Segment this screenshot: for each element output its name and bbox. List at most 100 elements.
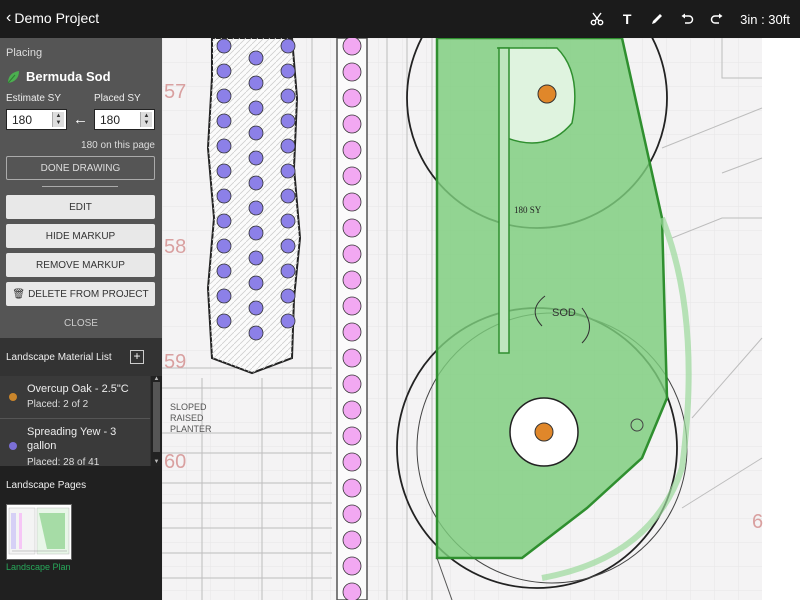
site-plan[interactable]: 57 58 59 60 6 SLOPED RAISED PLANTER 180 … xyxy=(162,38,800,600)
scale-label[interactable]: 3in : 30ft xyxy=(740,12,790,27)
item-placed: Placed: 2 of 2 xyxy=(27,399,89,410)
item-name: Spreading Yew - 3 gallon xyxy=(27,426,117,452)
shrub-symbol xyxy=(248,225,264,241)
stepper-arrows-icon[interactable]: ▲ ▼ xyxy=(140,112,152,127)
shrub-symbol xyxy=(280,238,296,254)
item-name: Overcup Oak - 2.5"C xyxy=(27,383,129,395)
plan-canvas[interactable]: 57 58 59 60 6 SLOPED RAISED PLANTER 180 … xyxy=(162,38,800,600)
material-label: Bermuda Sod xyxy=(26,69,111,84)
flower-symbol xyxy=(342,218,362,238)
shrub-symbol xyxy=(216,113,232,129)
shrub-symbol xyxy=(248,250,264,266)
shrub-symbol xyxy=(280,313,296,329)
shrub-symbol xyxy=(248,50,264,66)
shrub-symbol xyxy=(216,213,232,229)
shrub-symbol xyxy=(280,163,296,179)
flower-symbol xyxy=(342,38,362,56)
delete-label: DELETE FROM PROJECT xyxy=(28,288,149,300)
close-button[interactable]: CLOSE xyxy=(0,318,162,329)
item-placed: Placed: 28 of 41 xyxy=(27,457,100,466)
shrub-symbol xyxy=(248,150,264,166)
shrub-symbol xyxy=(216,313,232,329)
shrub-symbol xyxy=(216,163,232,179)
shrub-symbol xyxy=(216,88,232,104)
on-page-count: 180 on this page xyxy=(81,140,155,151)
flower-symbol xyxy=(342,244,362,264)
material-name: Bermuda Sod xyxy=(6,69,111,84)
shrub-symbol xyxy=(216,238,232,254)
estimate-stepper[interactable]: 180 ▲ ▼ xyxy=(6,109,67,130)
material-list-header: Landscape Material List + xyxy=(0,338,162,376)
shrub-symbol xyxy=(216,138,232,154)
project-title: Demo Project xyxy=(14,10,100,26)
redo-icon[interactable] xyxy=(702,8,732,30)
placed-label: Placed SY xyxy=(94,93,141,104)
svg-text:58: 58 xyxy=(164,236,186,258)
shrub-symbol xyxy=(216,63,232,79)
flower-symbol xyxy=(342,166,362,186)
flower-symbol xyxy=(342,452,362,472)
done-drawing-button[interactable]: DONE DRAWING xyxy=(6,156,155,180)
toolbar: T 3in : 30ft xyxy=(582,8,790,30)
sod-area-label: 180 SY xyxy=(514,205,542,215)
estimate-value: 180 xyxy=(12,112,33,127)
text-icon[interactable]: T xyxy=(612,8,642,30)
shrub-symbol xyxy=(248,275,264,291)
undo-icon[interactable] xyxy=(672,8,702,30)
svg-text:60: 60 xyxy=(164,451,186,473)
shrub-symbol xyxy=(216,288,232,304)
pen-icon[interactable] xyxy=(642,8,672,30)
list-item[interactable]: Spreading Yew - 3 gallon Placed: 28 of 4… xyxy=(0,419,150,466)
flower-symbol xyxy=(342,582,362,600)
hide-markup-button[interactable]: HIDE MARKUP xyxy=(6,224,155,248)
pages-title: Landscape Pages xyxy=(6,480,87,491)
shrub-symbol xyxy=(216,188,232,204)
sod-label: SOD xyxy=(552,307,576,319)
placed-stepper[interactable]: 180 ▲ ▼ xyxy=(94,109,155,130)
shrub-symbol xyxy=(248,75,264,91)
shrub-symbol xyxy=(248,175,264,191)
flower-symbol xyxy=(342,322,362,342)
arrow-left-icon: ← xyxy=(73,111,88,128)
remove-markup-button[interactable]: REMOVE MARKUP xyxy=(6,253,155,277)
shrub-symbol xyxy=(280,63,296,79)
list-item[interactable]: Overcup Oak - 2.5"C Placed: 2 of 2 xyxy=(0,376,150,419)
shrub-symbol xyxy=(280,38,296,54)
page-thumbnail[interactable] xyxy=(6,504,72,560)
svg-text:57: 57 xyxy=(164,81,186,103)
flower-symbol xyxy=(342,556,362,576)
back-button[interactable]: ‹ Demo Project xyxy=(6,9,99,27)
placing-panel: Placing Bermuda Sod Estimate SY Placed S… xyxy=(0,38,162,338)
page-label[interactable]: Landscape Plan xyxy=(6,562,71,572)
leaf-icon xyxy=(7,70,19,83)
add-material-button[interactable]: + xyxy=(130,350,144,364)
shrub-symbol xyxy=(280,188,296,204)
shrub-symbol xyxy=(280,213,296,229)
scissors-icon[interactable] xyxy=(582,8,612,30)
flower-symbol xyxy=(342,400,362,420)
stepper-arrows-icon[interactable]: ▲ ▼ xyxy=(52,112,64,127)
scroll-thumb[interactable] xyxy=(153,382,160,452)
shrub-planter xyxy=(206,38,302,375)
shrub-symbol xyxy=(248,325,264,341)
flower-symbol xyxy=(342,478,362,498)
planter-label-line: SLOPED xyxy=(170,402,207,412)
flower-symbol xyxy=(342,62,362,82)
estimate-label: Estimate SY xyxy=(6,93,62,104)
divider xyxy=(42,186,118,187)
scroll-down-icon[interactable]: ▼ xyxy=(152,459,161,465)
list-scrollbar[interactable]: ▲ ▼ xyxy=(151,376,162,466)
shrub-symbol xyxy=(248,300,264,316)
edit-button[interactable]: EDIT xyxy=(6,195,155,219)
shrub-symbol xyxy=(248,200,264,216)
svg-text:59: 59 xyxy=(164,351,186,373)
landscape-pages: Landscape Pages Landscape Plan xyxy=(0,466,162,600)
flower-row xyxy=(336,38,368,600)
flower-symbol xyxy=(342,140,362,160)
flower-symbol xyxy=(342,270,362,290)
material-color-dot xyxy=(9,393,17,401)
delete-from-project-button[interactable]: 🗑 DELETE FROM PROJECT xyxy=(6,282,155,306)
flower-symbol xyxy=(342,114,362,134)
shrub-symbol xyxy=(216,263,232,279)
planter-label-line: PLANTER xyxy=(170,424,212,434)
